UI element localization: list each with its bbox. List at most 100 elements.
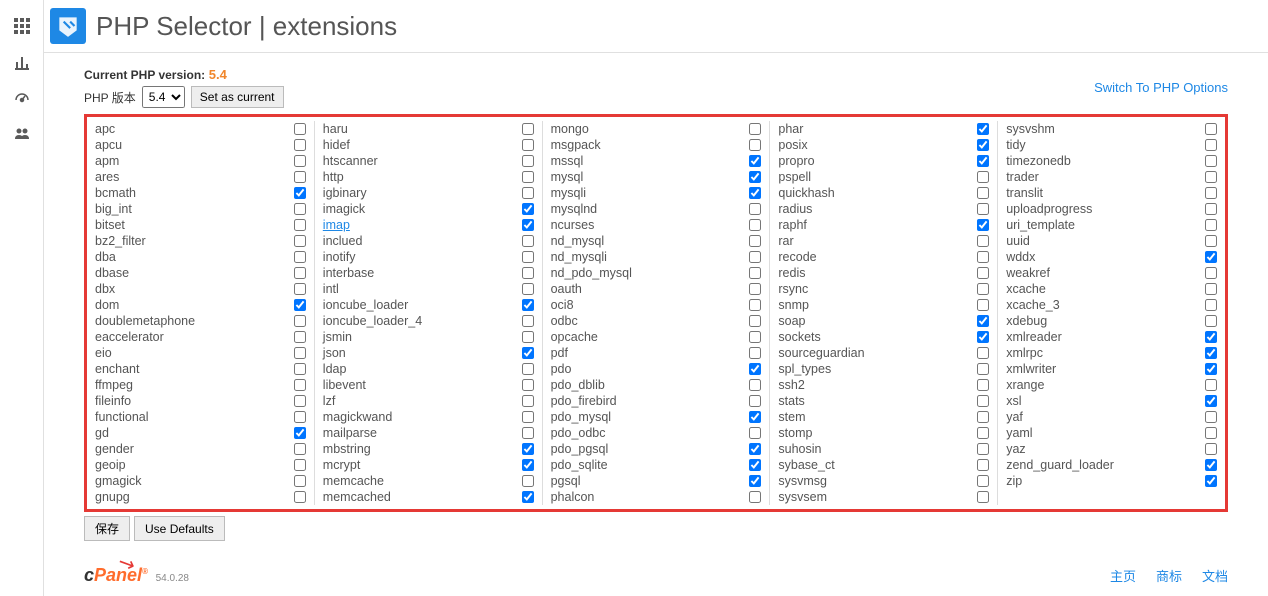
extension-checkbox[interactable] — [522, 139, 534, 151]
extension-checkbox[interactable] — [977, 251, 989, 263]
extension-checkbox[interactable] — [294, 187, 306, 199]
extension-checkbox[interactable] — [1205, 347, 1217, 359]
extension-checkbox[interactable] — [294, 139, 306, 151]
extension-checkbox[interactable] — [977, 491, 989, 503]
php-version-select[interactable]: 5.4 — [142, 86, 185, 108]
extension-checkbox[interactable] — [1205, 123, 1217, 135]
extension-name[interactable]: imap — [323, 218, 350, 232]
extension-checkbox[interactable] — [522, 123, 534, 135]
extension-checkbox[interactable] — [1205, 299, 1217, 311]
extension-checkbox[interactable] — [749, 171, 761, 183]
extension-checkbox[interactable] — [522, 219, 534, 231]
extension-checkbox[interactable] — [977, 315, 989, 327]
extension-checkbox[interactable] — [1205, 315, 1217, 327]
extension-checkbox[interactable] — [749, 283, 761, 295]
extension-checkbox[interactable] — [294, 491, 306, 503]
extension-checkbox[interactable] — [977, 187, 989, 199]
extension-checkbox[interactable] — [294, 203, 306, 215]
extension-checkbox[interactable] — [1205, 363, 1217, 375]
use-defaults-button[interactable]: Use Defaults — [134, 516, 225, 541]
extension-checkbox[interactable] — [1205, 187, 1217, 199]
extension-checkbox[interactable] — [749, 299, 761, 311]
extension-checkbox[interactable] — [749, 155, 761, 167]
extension-checkbox[interactable] — [294, 171, 306, 183]
extension-checkbox[interactable] — [1205, 459, 1217, 471]
extension-checkbox[interactable] — [294, 219, 306, 231]
extension-checkbox[interactable] — [522, 203, 534, 215]
extension-checkbox[interactable] — [1205, 235, 1217, 247]
extension-checkbox[interactable] — [977, 427, 989, 439]
extension-checkbox[interactable] — [749, 315, 761, 327]
extension-checkbox[interactable] — [1205, 171, 1217, 183]
extension-checkbox[interactable] — [977, 411, 989, 423]
extension-checkbox[interactable] — [1205, 203, 1217, 215]
extension-checkbox[interactable] — [1205, 395, 1217, 407]
extension-checkbox[interactable] — [522, 171, 534, 183]
extension-checkbox[interactable] — [1205, 427, 1217, 439]
extension-checkbox[interactable] — [522, 347, 534, 359]
extension-checkbox[interactable] — [522, 267, 534, 279]
extension-checkbox[interactable] — [294, 267, 306, 279]
users-icon[interactable] — [0, 116, 43, 152]
extension-checkbox[interactable] — [294, 331, 306, 343]
extension-checkbox[interactable] — [294, 251, 306, 263]
stats-icon[interactable] — [0, 44, 43, 80]
extension-checkbox[interactable] — [294, 283, 306, 295]
extension-checkbox[interactable] — [522, 235, 534, 247]
extension-checkbox[interactable] — [977, 219, 989, 231]
extension-checkbox[interactable] — [522, 155, 534, 167]
extension-checkbox[interactable] — [749, 267, 761, 279]
extension-checkbox[interactable] — [522, 363, 534, 375]
extension-checkbox[interactable] — [294, 411, 306, 423]
extension-checkbox[interactable] — [749, 331, 761, 343]
extension-checkbox[interactable] — [522, 459, 534, 471]
extension-checkbox[interactable] — [1205, 267, 1217, 279]
extension-checkbox[interactable] — [294, 475, 306, 487]
extension-checkbox[interactable] — [294, 363, 306, 375]
extension-checkbox[interactable] — [749, 411, 761, 423]
switch-to-php-options-link[interactable]: Switch To PHP Options — [1094, 80, 1228, 95]
extension-checkbox[interactable] — [977, 283, 989, 295]
extension-checkbox[interactable] — [522, 283, 534, 295]
extension-checkbox[interactable] — [1205, 475, 1217, 487]
extension-checkbox[interactable] — [522, 251, 534, 263]
extension-checkbox[interactable] — [749, 363, 761, 375]
extension-checkbox[interactable] — [749, 219, 761, 231]
extension-checkbox[interactable] — [977, 347, 989, 359]
extension-checkbox[interactable] — [749, 123, 761, 135]
extension-checkbox[interactable] — [749, 235, 761, 247]
extension-checkbox[interactable] — [522, 315, 534, 327]
extension-checkbox[interactable] — [1205, 251, 1217, 263]
extension-checkbox[interactable] — [749, 203, 761, 215]
extension-checkbox[interactable] — [522, 299, 534, 311]
extension-checkbox[interactable] — [522, 411, 534, 423]
extension-checkbox[interactable] — [522, 395, 534, 407]
extension-checkbox[interactable] — [977, 139, 989, 151]
extension-checkbox[interactable] — [1205, 219, 1217, 231]
extension-checkbox[interactable] — [749, 475, 761, 487]
extension-checkbox[interactable] — [522, 187, 534, 199]
extension-checkbox[interactable] — [977, 379, 989, 391]
extension-checkbox[interactable] — [294, 155, 306, 167]
extension-checkbox[interactable] — [977, 203, 989, 215]
extension-checkbox[interactable] — [294, 123, 306, 135]
extension-checkbox[interactable] — [522, 475, 534, 487]
set-as-current-button[interactable]: Set as current — [191, 86, 284, 108]
extension-checkbox[interactable] — [977, 331, 989, 343]
extension-checkbox[interactable] — [294, 235, 306, 247]
extension-checkbox[interactable] — [294, 427, 306, 439]
grid-icon[interactable] — [0, 8, 43, 44]
extension-checkbox[interactable] — [749, 139, 761, 151]
extension-checkbox[interactable] — [749, 251, 761, 263]
extension-checkbox[interactable] — [294, 379, 306, 391]
extension-checkbox[interactable] — [294, 395, 306, 407]
extension-checkbox[interactable] — [522, 427, 534, 439]
extension-checkbox[interactable] — [977, 267, 989, 279]
extension-checkbox[interactable] — [522, 379, 534, 391]
extension-checkbox[interactable] — [294, 299, 306, 311]
extension-checkbox[interactable] — [294, 459, 306, 471]
extension-checkbox[interactable] — [749, 395, 761, 407]
extension-checkbox[interactable] — [1205, 331, 1217, 343]
extension-checkbox[interactable] — [977, 155, 989, 167]
extension-checkbox[interactable] — [977, 475, 989, 487]
